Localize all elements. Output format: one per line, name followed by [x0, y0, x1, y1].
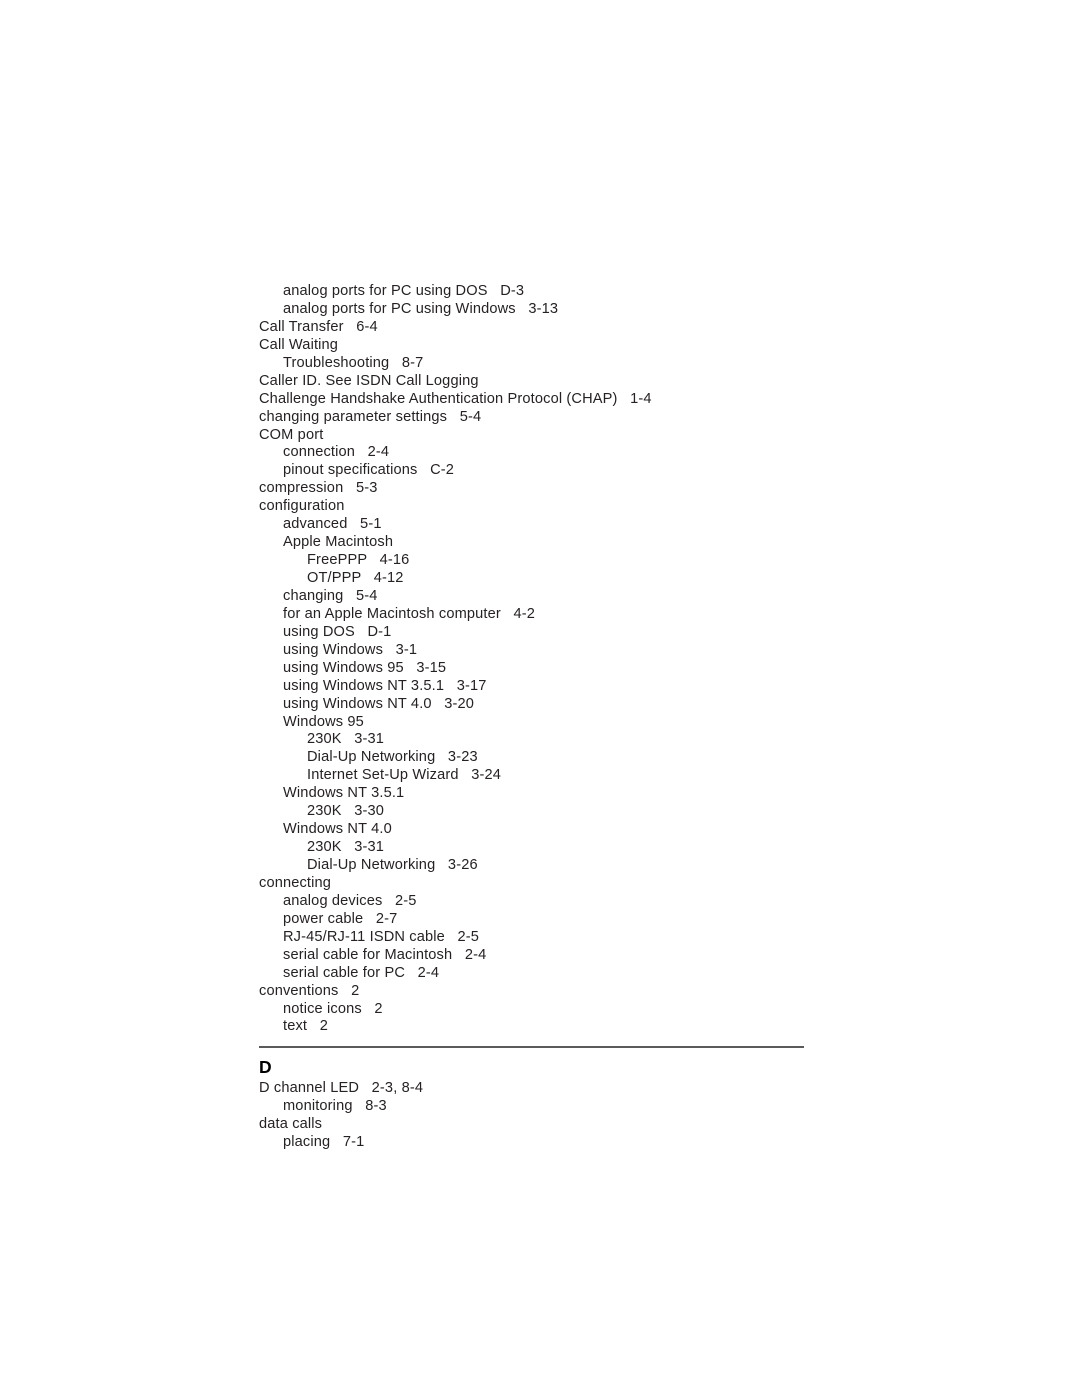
index-entry: Windows NT 4.0	[283, 821, 392, 838]
index-entry: using DOS D-1	[283, 623, 392, 640]
index-entry: connection 2-4	[283, 444, 390, 461]
index-entry: Windows 95	[283, 713, 364, 730]
index-entry: 230K 3-31	[307, 839, 385, 856]
index-entry: Dial-Up Networking 3-23	[307, 749, 478, 766]
index-entry: Call Waiting	[259, 336, 339, 353]
index-entry-list-d: D channel LED 2-3, 8-4 monitoring 8-3 data…	[259, 1080, 804, 1152]
section-heading-letter: D	[259, 1057, 272, 1077]
index-entry: 230K 3-30	[307, 803, 385, 820]
index-entry: for an Apple Macintosh computer 4-2	[283, 605, 536, 622]
index-entry: D channel LED 2-3, 8-4	[259, 1080, 424, 1096]
index-entry: using Windows 95 3-15	[283, 659, 447, 676]
index-entry: using Windows NT 4.0 3-20	[283, 695, 475, 712]
index-entry: pinout specifications C-2	[283, 462, 455, 479]
index-page: analog ports for PC using DOS D-3 analog …	[0, 0, 1080, 1397]
index-entry: serial cable for Macintosh 2-4	[283, 946, 487, 963]
index-entry: conventions 2	[259, 982, 360, 999]
index-entry: notice icons 2	[283, 1000, 383, 1017]
index-entry: Internet Set-Up Wizard 3-24	[307, 767, 502, 784]
index-entry: Call Transfer 6-4	[259, 318, 378, 335]
index-entry: FreePPP 4-16	[307, 552, 410, 569]
index-entry: analog ports for PC using DOS D-3	[283, 283, 525, 299]
index-entry: using Windows 3-1	[283, 641, 418, 658]
index-entry: configuration	[259, 498, 345, 515]
index-entry: Dial-Up Networking 3-26	[307, 857, 478, 873]
index-entry: Troubleshooting 8-7	[283, 354, 424, 371]
index-entry-list-continued: analog ports for PC using DOS D-3 analog …	[259, 283, 819, 1036]
index-entry: 230K 3-31	[307, 731, 385, 748]
index-entry: monitoring 8-3	[283, 1097, 387, 1114]
index-entry: advanced 5-1	[283, 516, 382, 533]
index-entry: Challenge Handshake Authentication Proto…	[259, 390, 652, 407]
index-entry: connecting	[259, 874, 332, 891]
index-entry: analog ports for PC using Windows 3-13	[283, 300, 559, 317]
index-entry: analog devices 2-5	[283, 892, 417, 909]
section-divider-rule	[259, 1046, 804, 1048]
index-entry: serial cable for PC 2-4	[283, 964, 440, 981]
index-entry: compression 5-3	[259, 480, 378, 497]
index-entry: changing 5-4	[283, 587, 378, 604]
index-entry: power cable 2-7	[283, 910, 398, 927]
index-entry: text 2	[283, 1018, 328, 1035]
index-entry: using Windows NT 3.5.1 3-17	[283, 677, 487, 694]
index-entry: data calls	[259, 1115, 323, 1132]
index-entry: changing parameter settings 5-4	[259, 408, 482, 425]
index-entry: RJ-45/RJ-11 ISDN cable 2-5	[283, 928, 480, 945]
index-section-d: D D channel LED 2-3, 8-4 monitoring 8-3 da…	[259, 1046, 804, 1152]
index-entry: placing 7-1	[283, 1133, 365, 1150]
index-entry: COM port	[259, 426, 324, 443]
index-entry: Windows NT 3.5.1	[283, 785, 405, 802]
index-entry: Caller ID. See ISDN Call Logging	[259, 372, 479, 389]
index-entry: Apple Macintosh	[283, 534, 394, 551]
index-entry: OT/PPP 4-12	[307, 570, 404, 586]
